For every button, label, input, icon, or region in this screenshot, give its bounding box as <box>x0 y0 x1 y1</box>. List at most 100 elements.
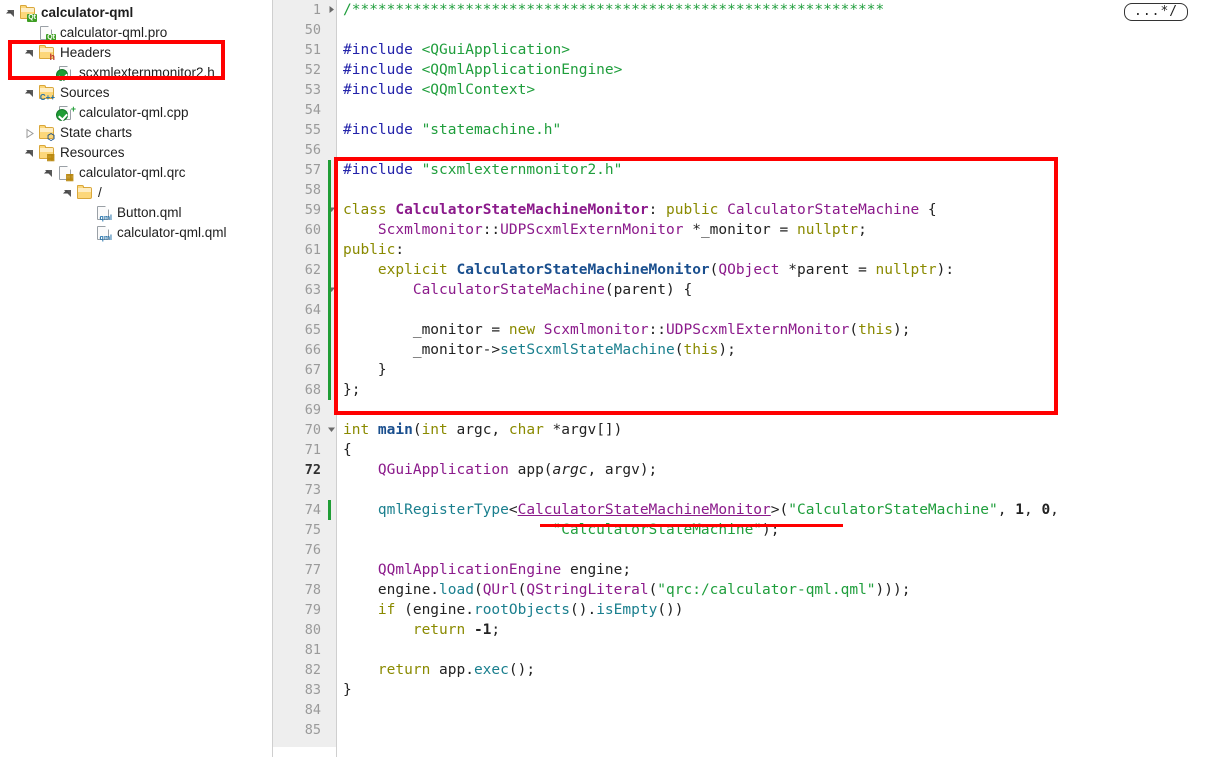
fold-collapse-icon[interactable] <box>325 200 337 220</box>
code-line[interactable]: 61 public: <box>273 240 1213 260</box>
chevron-down-icon[interactable] <box>23 47 36 60</box>
code-line[interactable]: 67 } <box>273 360 1213 380</box>
tree-item-label: calculator-qml.cpp <box>79 105 189 120</box>
line-number: 84 <box>304 702 321 718</box>
code-text: _monitor = new Scxmlmonitor::UDPScxmlExt… <box>343 322 911 338</box>
change-bar <box>328 280 331 300</box>
project-tree[interactable]: Qt calculator-qml Qt calculator-qml.pro h Hea… <box>0 0 272 243</box>
code-line[interactable]: 83} <box>273 680 1213 700</box>
code-line[interactable]: 73 <box>273 480 1213 500</box>
tree-item-resources[interactable]: ▦ Resources <box>0 143 272 163</box>
code-line[interactable]: 52 #include <QQmlApplicationEngine> <box>273 60 1213 80</box>
code-line[interactable]: 54 <box>273 100 1213 120</box>
line-number: 1 <box>312 2 321 18</box>
folder-qt-icon: Qt <box>19 5 37 22</box>
tree-item-sources[interactable]: C++ Sources <box>0 83 272 103</box>
tree-item-calculator-qml-qrc[interactable]: ▦ calculator-qml.qrc <box>0 163 272 183</box>
project-tree-panel[interactable]: Qt calculator-qml Qt calculator-qml.pro h Hea… <box>0 0 272 757</box>
code-line[interactable]: 84 <box>273 700 1213 720</box>
chevron-down-icon[interactable] <box>23 147 36 160</box>
tree-item-scxmlexternmonitor2-h[interactable]: scxmlexternmonitor2.h <box>0 63 272 83</box>
chevron-down-icon[interactable] <box>42 167 55 180</box>
file-check-icon <box>56 65 74 81</box>
code-line[interactable]: 62 explicit CalculatorStateMachineMonito… <box>273 260 1213 280</box>
code-line[interactable]: 60 Scxmlmonitor::UDPScxmlExternMonitor *… <box>273 220 1213 240</box>
fold-collapse-icon[interactable] <box>325 420 337 440</box>
code-line[interactable]: 53 #include <QQmlContext> <box>273 80 1213 100</box>
code-lines[interactable]: 1 /**************************************… <box>273 0 1213 740</box>
line-number: 70 <box>304 422 321 438</box>
tree-item-label: / <box>98 185 102 200</box>
tree-item-headers[interactable]: h Headers <box>0 43 272 63</box>
line-number: 54 <box>304 102 321 118</box>
code-text: Scxmlmonitor::UDPScxmlExternMonitor *_mo… <box>377 222 867 238</box>
line-number: 83 <box>304 682 321 698</box>
tree-item-calculator-qml-pro[interactable]: Qt calculator-qml.pro <box>0 23 272 43</box>
chevron-down-icon[interactable] <box>61 187 74 200</box>
code-line[interactable]: 58 <box>273 180 1213 200</box>
change-bar <box>328 320 331 340</box>
tree-item-label: Button.qml <box>117 205 182 220</box>
tree-item-label: calculator-qml.qml <box>117 225 227 240</box>
code-line[interactable]: 64 <box>273 300 1213 320</box>
code-line[interactable]: 74 qmlRegisterType<CalculatorStateMachin… <box>273 500 1213 520</box>
code-line[interactable]: 85 <box>273 720 1213 740</box>
code-line[interactable]: 76 <box>273 540 1213 560</box>
line-number: 60 <box>304 222 321 238</box>
tree-item-[interactable]: / <box>0 183 272 203</box>
code-line[interactable]: 66 _monitor->setScxmlStateMachine(this); <box>273 340 1213 360</box>
code-text: #include "scxmlexternmonitor2.h" <box>343 162 623 178</box>
code-line[interactable]: 59 class CalculatorStateMachineMonitor: p… <box>273 200 1213 220</box>
tree-item-calculator-qml[interactable]: Qt calculator-qml <box>0 3 272 23</box>
code-line[interactable]: 82 return app.exec(); <box>273 660 1213 680</box>
folder-icon <box>76 185 93 201</box>
code-line[interactable]: 79 if (engine.rootObjects().isEmpty()) <box>273 600 1213 620</box>
code-line[interactable]: 81 <box>273 640 1213 660</box>
tree-item-state-charts[interactable]: ⬡ State charts <box>0 123 272 143</box>
code-line[interactable]: 69 <box>273 400 1213 420</box>
code-editor[interactable]: 1 /**************************************… <box>273 0 1213 757</box>
file-lock-icon: ▦ <box>57 165 74 182</box>
fold-collapse-icon[interactable] <box>325 280 337 300</box>
line-number: 63 <box>304 282 321 298</box>
chevron-down-icon[interactable] <box>4 7 17 20</box>
tree-item-label: scxmlexternmonitor2.h <box>79 65 215 80</box>
chevron-down-icon[interactable] <box>23 87 36 100</box>
collapsed-comment-chip[interactable]: ...*/ <box>1124 3 1189 21</box>
code-line[interactable]: 80 return -1; <box>273 620 1213 640</box>
line-number: 62 <box>304 262 321 278</box>
code-line[interactable]: 57 #include "scxmlexternmonitor2.h" <box>273 160 1213 180</box>
code-line[interactable]: 72 QGuiApplication app(argc, argv); <box>273 460 1213 480</box>
chevron-right-icon[interactable] <box>23 127 36 140</box>
folder-state-icon: ⬡ <box>38 125 55 142</box>
tree-item-calculator-qml-qml[interactable]: qml calculator-qml.qml <box>0 223 272 243</box>
code-line[interactable]: 51 #include <QGuiApplication> <box>273 40 1213 60</box>
tree-item-label: calculator-qml.qrc <box>79 165 186 180</box>
code-line[interactable]: 50 <box>273 20 1213 40</box>
tree-item-button-qml[interactable]: qml Button.qml <box>0 203 272 223</box>
line-number: 56 <box>304 142 321 158</box>
fold-expand-icon[interactable] <box>325 0 337 20</box>
code-line[interactable]: 65 _monitor = new Scxmlmonitor::UDPScxml… <box>273 320 1213 340</box>
code-line[interactable]: 70 int main(int argc, char *argv[]) <box>273 420 1213 440</box>
code-line[interactable]: 56 <box>273 140 1213 160</box>
code-text: engine.load(QUrl(QStringLiteral("qrc:/ca… <box>343 582 911 598</box>
code-text: #include "statemachine.h" <box>343 122 562 138</box>
code-text: #include <QQmlApplicationEngine> <box>343 62 623 78</box>
code-text: } <box>343 682 352 698</box>
code-line[interactable]: 63 CalculatorStateMachine(parent) { <box>273 280 1213 300</box>
code-line[interactable]: 68}; <box>273 380 1213 400</box>
line-number: 52 <box>304 62 321 78</box>
code-line[interactable]: 71 { <box>273 440 1213 460</box>
code-line[interactable]: 77 QQmlApplicationEngine engine; <box>273 560 1213 580</box>
tree-item-calculator-qml-cpp[interactable]: + calculator-qml.cpp <box>0 103 272 123</box>
code-line[interactable]: 1 /**************************************… <box>273 0 1213 20</box>
line-number: 78 <box>304 582 321 598</box>
code-line[interactable]: 75 "CalculatorStateMachine"); <box>273 520 1213 540</box>
line-number: 79 <box>304 602 321 618</box>
code-text: public: <box>343 242 405 258</box>
code-line[interactable]: 55 #include "statemachine.h" <box>273 120 1213 140</box>
code-line[interactable]: 78 engine.load(QUrl(QStringLiteral("qrc:… <box>273 580 1213 600</box>
